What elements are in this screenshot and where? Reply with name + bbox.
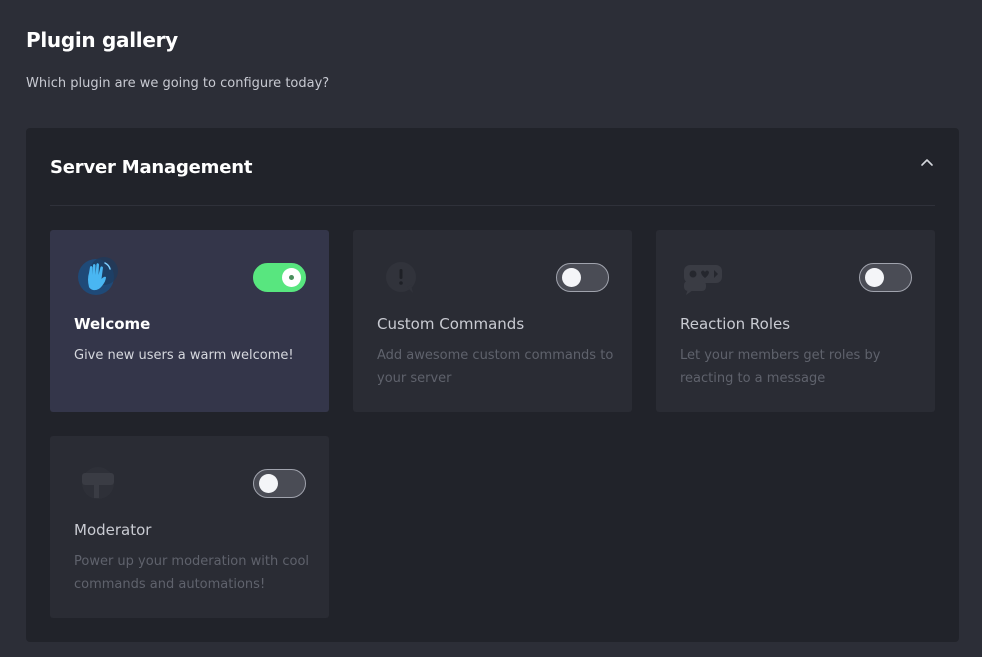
page-subtitle: Which plugin are we going to configure t… xyxy=(26,76,330,91)
toggle-knob xyxy=(259,474,278,493)
plugin-card-moderator[interactable]: Moderator Power up your moderation with … xyxy=(50,436,329,618)
toggle-knob xyxy=(865,268,884,287)
waving-hand-icon xyxy=(74,257,122,297)
welcome-toggle[interactable] xyxy=(253,263,306,292)
plugin-description: Add awesome custom commands to your serv… xyxy=(377,348,614,386)
toggle-knob xyxy=(282,268,301,287)
page-title: Plugin gallery xyxy=(26,28,178,52)
plugin-description: Power up your moderation with cool comma… xyxy=(74,554,310,592)
plugin-card-welcome[interactable]: Welcome Give new users a warm welcome! xyxy=(50,230,329,412)
plugin-gallery-page: Plugin gallery Which plugin are we going… xyxy=(0,0,982,657)
plugin-title: Custom Commands xyxy=(377,315,525,333)
moderator-toggle[interactable] xyxy=(253,469,306,498)
toggle-knob xyxy=(562,268,581,287)
reaction-bubbles-icon xyxy=(680,257,728,297)
gavel-icon xyxy=(74,463,122,503)
server-management-section: Server Management Welcome Give new users xyxy=(26,128,959,642)
plugin-title: Welcome xyxy=(74,315,151,333)
plugin-description: Give new users a warm welcome! xyxy=(74,348,294,363)
custom-commands-toggle[interactable] xyxy=(556,263,609,292)
plugin-title: Moderator xyxy=(74,521,152,539)
reaction-roles-toggle[interactable] xyxy=(859,263,912,292)
plugin-title: Reaction Roles xyxy=(680,315,791,333)
plugin-card-custom-commands[interactable]: Custom Commands Add awesome custom comma… xyxy=(353,230,632,412)
chevron-up-icon xyxy=(921,159,933,166)
plugin-card-reaction-roles[interactable]: Reaction Roles Let your members get role… xyxy=(656,230,935,412)
section-title: Server Management xyxy=(50,157,253,178)
exclamation-bubble-icon xyxy=(377,257,425,297)
section-divider xyxy=(50,205,935,206)
collapse-section-button[interactable] xyxy=(917,152,937,172)
plugin-description: Let your members get roles by reacting t… xyxy=(680,348,881,386)
